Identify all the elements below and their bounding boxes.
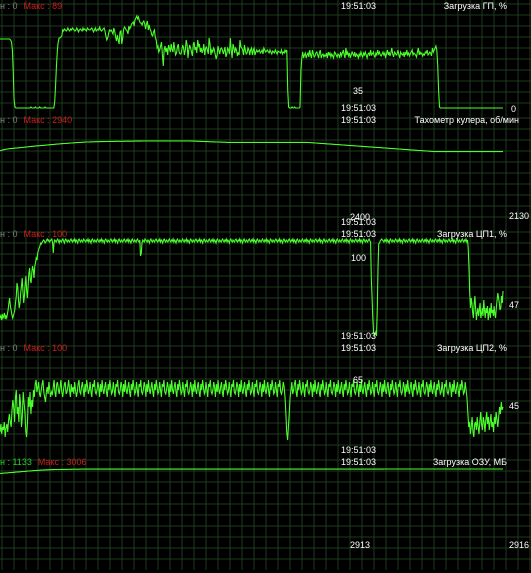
current-value: 2130 bbox=[509, 211, 530, 221]
current-value: 2916 bbox=[509, 540, 530, 550]
current-value: 0 bbox=[511, 104, 517, 114]
max-value: Макс : 2940 bbox=[23, 115, 73, 125]
timestamp: 19:51:03 bbox=[341, 343, 377, 353]
min-value: н : 0 bbox=[0, 229, 18, 239]
min-max-label: н : 0 Макс : 2940 bbox=[0, 115, 72, 125]
cursor-value: 100 bbox=[351, 253, 367, 263]
max-value: Макс : 100 bbox=[23, 229, 68, 239]
timestamp-bottom: 19:51:03 bbox=[341, 217, 377, 227]
timestamp-bottom: 19:51:03 bbox=[341, 331, 377, 341]
graph-line-cpu2-load bbox=[0, 379, 504, 441]
cursor-value: 2913 bbox=[350, 540, 371, 550]
min-value: н : 1133 bbox=[0, 457, 32, 467]
min-max-label: н : 0 Макс : 100 bbox=[0, 229, 67, 239]
min-value: н : 0 bbox=[0, 1, 18, 11]
graph-line-ram-usage bbox=[0, 468, 503, 475]
current-value: 47 bbox=[509, 300, 520, 310]
graph-title: Загрузка ЦП2, % bbox=[436, 343, 507, 353]
timestamp: 19:51:03 bbox=[341, 457, 377, 467]
graph-panel-cpu2-load: н : 0 Макс : 100 19:51:03 Загрузка ЦП2, % 65… bbox=[0, 342, 531, 456]
graph-panel-cpu1-load: н : 0 Макс : 100 19:51:03 Загрузка ЦП1, % 10… bbox=[0, 228, 531, 342]
timestamp-bottom: 19:51:03 bbox=[341, 103, 377, 113]
min-value: н : 0 bbox=[0, 115, 18, 125]
timestamp: 19:51:03 bbox=[341, 1, 377, 11]
graph-panel-gpu-load: н : 0 Макс : 89 19:51:03 Загрузка ГП, % 35 0 1… bbox=[0, 0, 531, 114]
min-max-label: н : 0 Макс : 100 bbox=[0, 343, 67, 353]
cursor-value: 35 bbox=[353, 86, 364, 96]
current-value: 45 bbox=[509, 401, 520, 411]
max-value: Макс : 100 bbox=[23, 343, 68, 353]
graph-title: Загрузка ГП, % bbox=[443, 1, 507, 11]
graph-title: Тахометр кулера, об/мин bbox=[414, 115, 519, 125]
timestamp: 19:51:03 bbox=[341, 229, 377, 239]
graph-line-cpu1-load bbox=[0, 237, 504, 337]
min-max-label: н : 1133 Макс : 3006 bbox=[0, 457, 87, 467]
min-max-label: н : 0 Макс : 89 bbox=[0, 1, 62, 11]
graph-title: Загрузка ЦП1, % bbox=[436, 229, 507, 239]
graph-title: Загрузка ОЗУ, МБ bbox=[432, 457, 507, 467]
graph-line-fan-rpm bbox=[0, 140, 503, 153]
graph-panel-ram-usage: н : 1133 Макс : 3006 19:51:03 Загрузка ОЗУ,… bbox=[0, 456, 531, 570]
timestamp-bottom: 19:51:03 bbox=[341, 445, 377, 455]
timestamp: 19:51:03 bbox=[341, 115, 377, 125]
graph-panel-fan-rpm: н : 0 Макс : 2940 19:51:03 Тахометр кулера,… bbox=[0, 114, 531, 228]
graph-line-gpu-load bbox=[0, 14, 503, 109]
min-value: н : 0 bbox=[0, 343, 18, 353]
max-value: Макс : 3006 bbox=[37, 457, 87, 467]
max-value: Макс : 89 bbox=[23, 1, 63, 11]
cursor-value: 65 bbox=[353, 375, 364, 385]
